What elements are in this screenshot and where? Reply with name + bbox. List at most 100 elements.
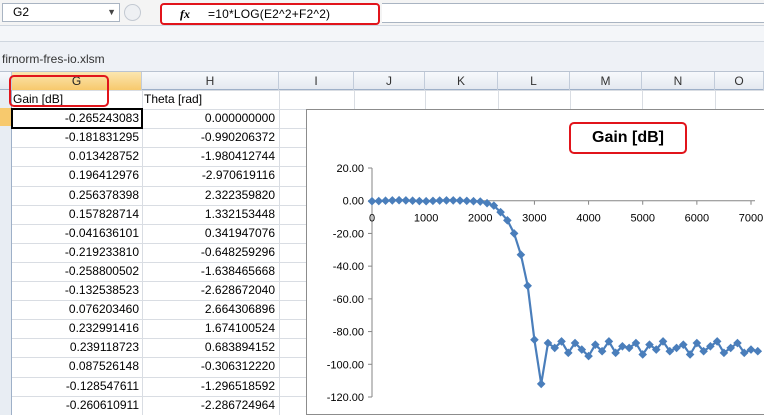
x-tick-label: 6000 [685, 213, 709, 225]
gain-cell[interactable]: -0.041636101 [12, 225, 139, 242]
theta-cell[interactable]: 1.332153448 [142, 206, 275, 223]
gain-cell[interactable]: 0.196412976 [12, 167, 139, 184]
data-point [408, 196, 417, 206]
gain-cell[interactable]: -0.260610911 [12, 397, 139, 414]
theta-cell[interactable]: -1.980412744 [142, 148, 275, 165]
x-tick-label: 3000 [522, 213, 546, 225]
data-point [462, 196, 472, 206]
gain-cell[interactable]: 0.232991416 [12, 320, 139, 337]
theta-cell[interactable]: 0.683894152 [142, 339, 275, 356]
column-header-k[interactable]: K [425, 72, 498, 90]
data-point [530, 335, 539, 345]
column-header-j[interactable]: J [354, 72, 425, 90]
y-tick-label: -80.00 [333, 327, 364, 339]
column-header-m[interactable]: M [570, 72, 642, 90]
row-gridline [12, 90, 764, 91]
insert-function-icon[interactable]: fx [180, 7, 190, 22]
data-point [387, 196, 397, 205]
y-tick-label: -20.00 [333, 228, 364, 240]
data-point [672, 343, 681, 353]
y-tick-label: -120.00 [327, 392, 364, 404]
data-point [516, 250, 526, 259]
formula-text: =10*LOG(E2^2+F2^2) [208, 7, 331, 21]
data-point [475, 197, 485, 206]
theta-cell[interactable]: -2.286724964 [142, 397, 275, 414]
theta-cell[interactable]: -1.638465668 [142, 263, 275, 280]
column-header-n[interactable]: N [642, 72, 715, 90]
data-point [394, 195, 404, 205]
gain-cell[interactable]: -0.132538523 [12, 282, 139, 299]
theta-cell[interactable]: 0.000000000 [142, 110, 275, 127]
chart-title[interactable]: Gain [dB] [569, 122, 687, 154]
x-tick-label: 4000 [576, 213, 600, 225]
row-header-column[interactable] [0, 90, 12, 415]
data-point [428, 196, 438, 206]
data-point [469, 196, 478, 206]
data-point [415, 196, 424, 206]
theta-cell[interactable]: -0.306312220 [142, 358, 275, 375]
formula-bar-expand-icon[interactable] [124, 4, 141, 21]
gain-cell[interactable]: 0.013428752 [12, 148, 139, 165]
data-point [753, 346, 763, 356]
data-point [374, 196, 384, 206]
y-tick-label: 0.00 [343, 196, 364, 208]
x-tick-label: 7000 [739, 213, 763, 225]
gain-cell[interactable]: -0.128547611 [12, 378, 139, 395]
y-tick-label: -40.00 [333, 261, 364, 273]
gain-cell[interactable]: -0.219233810 [12, 244, 139, 261]
workbook-window-title: firnorm-fres-io.xlsm [0, 42, 764, 72]
gain-cell[interactable]: 0.087526148 [12, 358, 139, 375]
formula-bar: G2 ▼ fx =10*LOG(E2^2+F2^2) [0, 0, 764, 26]
theta-cell[interactable]: -0.648259296 [142, 244, 275, 261]
y-tick-label: -60.00 [333, 294, 364, 306]
y-tick-label: -100.00 [327, 359, 364, 371]
chart-plot: 20.00 0.00 -20.00 -40.00 -60.00 -80.00 -100.00… [327, 163, 764, 404]
theta-cell[interactable]: 1.674100524 [142, 320, 275, 337]
gain-cell[interactable]: 0.076203460 [12, 301, 139, 318]
name-box-value: G2 [13, 5, 30, 19]
formula-input[interactable]: fx =10*LOG(E2^2+F2^2) [160, 3, 380, 25]
theta-cell[interactable]: -2.628672040 [142, 282, 275, 299]
gain-chart[interactable]: 20.00 0.00 -20.00 -40.00 -60.00 -80.00 -100.00… [306, 109, 764, 415]
data-point [435, 196, 444, 205]
x-tick-label: 1000 [414, 213, 438, 225]
data-point [536, 379, 546, 389]
series-line [371, 199, 759, 385]
chevron-down-icon[interactable]: ▼ [107, 4, 116, 21]
gain-cell[interactable]: 0.256378398 [12, 187, 139, 204]
theta-cell[interactable]: -1.296518592 [142, 378, 275, 395]
data-point [455, 196, 465, 205]
name-box[interactable]: G2 ▼ [2, 3, 120, 22]
data-point [448, 196, 458, 205]
theta-cell[interactable]: 0.341947076 [142, 225, 275, 242]
column-header-i[interactable]: I [279, 72, 354, 90]
active-cell-cursor [11, 108, 143, 129]
column-header-l[interactable]: L [498, 72, 570, 90]
data-point [381, 196, 390, 206]
workbook-filename: firnorm-fres-io.xlsm [2, 52, 105, 66]
data-point [367, 196, 377, 206]
gain-cell[interactable]: -0.181831295 [12, 129, 139, 146]
gain-cell[interactable]: 0.239118723 [12, 339, 139, 356]
theta-cell[interactable]: 2.664306896 [142, 301, 275, 318]
column-header-o[interactable]: O [715, 72, 764, 90]
y-tick-label: 20.00 [336, 163, 364, 175]
column-header-row: G H I J K L M N O [0, 72, 764, 90]
data-point [523, 281, 532, 291]
gain-cell[interactable]: 0.157828714 [12, 206, 139, 223]
gain-cell[interactable]: -0.258800502 [12, 263, 139, 280]
theta-header-cell[interactable]: Theta [rad] [144, 91, 202, 108]
formula-input-extension[interactable] [382, 3, 764, 23]
data-point [401, 196, 411, 205]
x-tick-label: 0 [369, 213, 375, 225]
theta-cell[interactable]: -2.970619116 [142, 167, 275, 184]
gain-header-highlight [9, 75, 109, 107]
theta-cell[interactable]: -0.990206372 [142, 129, 275, 146]
x-tick-label: 5000 [630, 213, 654, 225]
theta-cell[interactable]: 2.322359820 [142, 187, 275, 204]
data-point [746, 345, 756, 354]
column-gridline [279, 90, 280, 415]
x-tick-label: 2000 [468, 213, 492, 225]
column-header-h[interactable]: H [142, 72, 279, 90]
data-point [421, 196, 431, 206]
